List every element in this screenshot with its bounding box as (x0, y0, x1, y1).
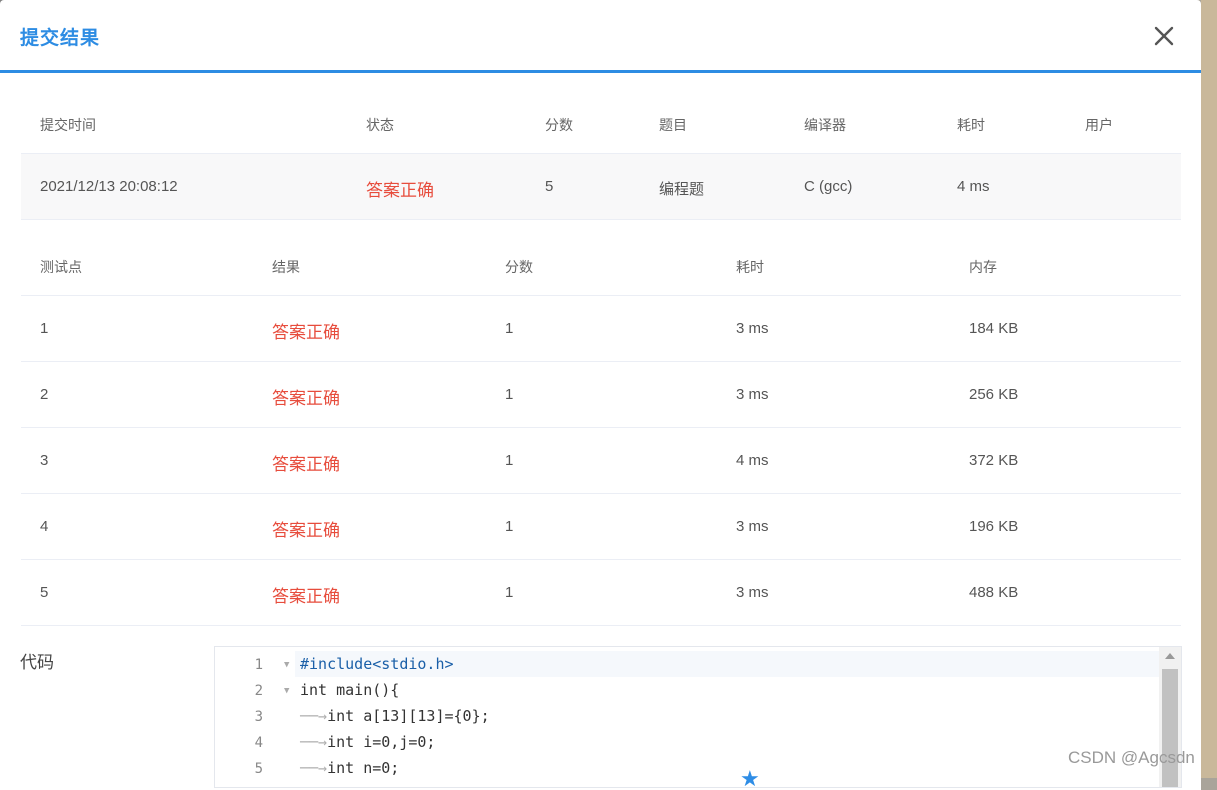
summary-data-row: 2021/12/13 20:08:12 答案正确 5 编程题 C (gcc) 4… (21, 154, 1181, 220)
test-id: 5 (40, 584, 49, 601)
test-score: 1 (505, 518, 514, 535)
test-time: 3 ms (736, 386, 769, 403)
line-number: 2 (254, 683, 263, 699)
line-number: 1 (254, 657, 263, 673)
submission-status: 答案正确 (366, 181, 434, 200)
test-time: 4 ms (736, 452, 769, 469)
test-id: 3 (40, 452, 49, 469)
test-memory: 196 KB (969, 518, 1019, 535)
header-score: 分数 (545, 117, 573, 133)
watermark: CSDN @Agcsdn (1068, 748, 1195, 767)
compiler-value: C (gcc) (804, 178, 853, 195)
table-row: 5 答案正确 1 3 ms 488 KB (21, 560, 1181, 626)
tab-indent-icon: ──→ (300, 759, 328, 777)
table-row: 2 答案正确 1 3 ms 256 KB (21, 362, 1181, 428)
problem-type: 编程题 (659, 181, 705, 198)
code-label: 代码 (20, 653, 54, 672)
code-text: int n=0; (327, 759, 400, 777)
test-result: 答案正确 (272, 389, 340, 408)
dialog-header: 提交结果 (0, 0, 1201, 73)
header-test-time: 耗时 (736, 259, 764, 275)
test-result: 答案正确 (272, 455, 340, 474)
test-memory: 372 KB (969, 452, 1019, 469)
submission-result-dialog: 提交结果 提交时间 状态 分数 题目 编译器 耗时 用户 2021/12/13 … (0, 0, 1201, 790)
submission-score: 5 (545, 178, 554, 195)
header-problem: 题目 (659, 117, 687, 133)
dialog-title: 提交结果 (20, 28, 101, 49)
code-text: #include<stdio.h> (300, 655, 454, 673)
test-id: 4 (40, 518, 49, 535)
code-line: ──→int a[13][13]={0}; (300, 707, 490, 725)
close-icon (1154, 26, 1174, 46)
code-line: #include<stdio.h> (300, 655, 454, 673)
header-test-score: 分数 (505, 259, 533, 275)
code-line: ──→int n=0; (300, 759, 399, 777)
test-id: 2 (40, 386, 49, 403)
header-test-point: 测试点 (40, 259, 82, 275)
test-score: 1 (505, 386, 514, 403)
header-submit-time: 提交时间 (40, 117, 96, 133)
header-status: 状态 (366, 117, 394, 133)
fold-arrow-icon[interactable]: ▼ (284, 660, 289, 670)
line-number: 4 (254, 735, 263, 751)
test-time: 3 ms (736, 518, 769, 535)
test-memory: 184 KB (969, 320, 1019, 337)
header-result: 结果 (272, 259, 300, 275)
test-memory: 256 KB (969, 386, 1019, 403)
floating-star-icon: ★ (740, 766, 760, 790)
line-number: 5 (254, 761, 263, 777)
test-memory: 488 KB (969, 584, 1019, 601)
close-button[interactable] (1150, 22, 1178, 50)
table-row: 4 答案正确 1 3 ms 196 KB (21, 494, 1181, 560)
tab-indent-icon: ──→ (300, 707, 328, 725)
scroll-up-arrow-icon[interactable] (1165, 653, 1175, 659)
test-score: 1 (505, 584, 514, 601)
summary-header-row: 提交时间 状态 分数 题目 编译器 耗时 用户 (21, 90, 1181, 154)
submit-time: 2021/12/13 20:08:12 (40, 178, 178, 195)
scroll-thumb[interactable] (1162, 669, 1178, 787)
table-row: 1 答案正确 1 3 ms 184 KB (21, 296, 1181, 362)
code-text: int i=0,j=0; (327, 733, 436, 751)
code-text: int a[13][13]={0}; (327, 707, 490, 725)
page-backdrop (1201, 0, 1217, 778)
test-time: 3 ms (736, 320, 769, 337)
table-row: 3 答案正确 1 4 ms 372 KB (21, 428, 1181, 494)
code-editor[interactable]: 1 2 3 4 5 ▼ ▼ #include<stdio.h> int main… (214, 646, 1182, 788)
tab-indent-icon: ──→ (300, 733, 328, 751)
header-memory: 内存 (969, 259, 997, 275)
test-result: 答案正确 (272, 587, 340, 606)
fold-arrow-icon[interactable]: ▼ (284, 686, 289, 696)
test-score: 1 (505, 320, 514, 337)
line-number: 3 (254, 709, 263, 725)
code-line: ──→int i=0,j=0; (300, 733, 435, 751)
test-time: 3 ms (736, 584, 769, 601)
code-text: int main(){ (300, 681, 400, 699)
test-result: 答案正确 (272, 323, 340, 342)
test-result: 答案正确 (272, 521, 340, 540)
header-compiler: 编译器 (804, 117, 846, 133)
line-number-gutter: 1 2 3 4 5 ▼ ▼ (215, 647, 295, 787)
test-id: 1 (40, 320, 49, 337)
elapsed-value: 4 ms (957, 178, 990, 195)
code-line: int main(){ (300, 681, 399, 699)
tests-header-row: 测试点 结果 分数 耗时 内存 (21, 232, 1181, 296)
header-elapsed: 耗时 (957, 117, 985, 133)
header-user: 用户 (1085, 117, 1113, 133)
test-score: 1 (505, 452, 514, 469)
